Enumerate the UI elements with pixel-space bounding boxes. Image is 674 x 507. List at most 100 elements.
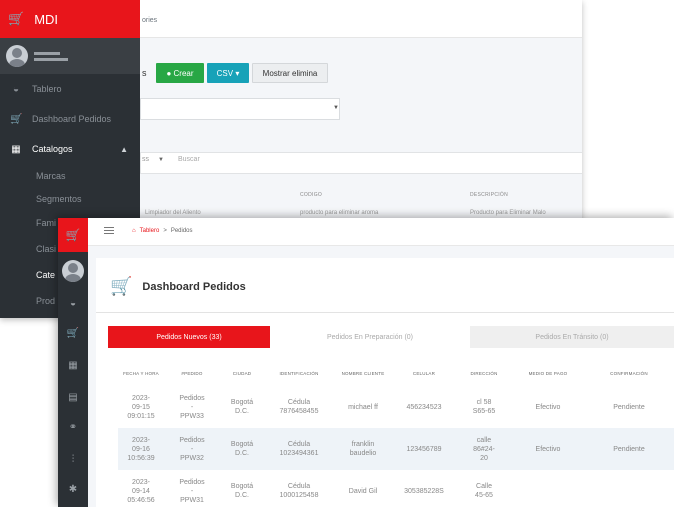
column-header-celular[interactable]: CELULAR [392, 360, 456, 386]
tab-pedidos-en-preparacion[interactable]: Pedidos En Preparación (0) [270, 326, 470, 348]
tools-icon[interactable]: ✱ [58, 484, 88, 495]
page-title: Dashboard Pedidos [142, 280, 246, 293]
cart-icon[interactable]: 🛒 [58, 328, 88, 339]
cell-pedido: Pedidos - PPW31 [179, 478, 205, 504]
cell-fecha: 2023- 09-16 10:56:39 [118, 428, 164, 470]
cell-medio-pago: Efectivo [512, 428, 584, 470]
breadcrumb-home[interactable]: Tablero [140, 228, 160, 234]
column-header-fecha[interactable]: FECHA Y HORA [118, 360, 164, 386]
cell-direccion: Calle 45-65 [475, 483, 493, 499]
home-icon: ⌂ [132, 228, 136, 234]
cell-nombre: David Gil [348, 487, 378, 495]
cell-ciudad: Bogotá D.C. [230, 399, 254, 415]
collapsed-sidebar: 🛒 ◒ 🛒 ▦ ▤ ⚭ ⫶ ✱ [58, 218, 88, 507]
cell-identificacion: Cédula 7876458455 [279, 399, 319, 415]
column-header-ciudad[interactable]: CIUDAD [220, 360, 264, 386]
cell-fecha: 2023- 09-15 09:01:15 [127, 394, 155, 420]
user-panel[interactable] [0, 38, 140, 74]
cell-confirmacion[interactable]: Pendiente [584, 386, 674, 428]
cart-icon: 🛒 [10, 113, 23, 125]
cell-ciudad: Bogotá D.C. [230, 483, 254, 499]
avatar [6, 45, 28, 67]
cell-nombre: michael ff [348, 403, 378, 411]
cell-ciudad: Bogotá D.C. [220, 428, 264, 470]
create-button[interactable]: ● Crear [156, 63, 204, 83]
table-header-row: FECHA Y HORA #PEDIDO CIUDAD IDENTIFICACI… [118, 360, 674, 386]
sidebar-item-dashboard-pedidos[interactable]: 🛒 Dashboard Pedidos [0, 104, 140, 134]
search-input[interactable]: Buscar [178, 156, 200, 163]
divider [96, 312, 674, 313]
dashboard-icon: ◒ [12, 83, 20, 95]
sidebar-item-tablero[interactable]: ◒ Tablero [0, 74, 140, 104]
table-row[interactable]: 2023- 09-14 05:46:56 Pedidos - PPW31 Bogotá D… [118, 470, 674, 507]
cell-identificacion: Cédula 1000125458 [279, 483, 319, 499]
document-icon[interactable]: ▤ [58, 392, 88, 403]
cell-pedido: Pedidos - PPW32 [164, 428, 220, 470]
sidebar-subitem-familias[interactable]: Fami [36, 218, 56, 228]
table-cell: Producto para Eliminar Malo [470, 210, 546, 216]
cell-celular: 456234523 [406, 403, 442, 411]
column-header[interactable]: DESCRIPCIÓN [470, 192, 508, 198]
back-breadcrumb[interactable]: ories [142, 17, 157, 24]
cart-logo-icon: 🛒 [8, 11, 25, 26]
tab-pedidos-en-transito[interactable]: Pedidos En Tránsito (0) [470, 326, 674, 348]
breadcrumb-separator: > [163, 228, 167, 234]
sidebar-subitem-segmentos[interactable]: Segmentos [36, 194, 82, 204]
cell-medio-pago [512, 470, 584, 507]
link-icon[interactable]: ⚭ [58, 422, 88, 433]
tab-pedidos-nuevos[interactable]: Pedidos Nuevos (33) [108, 326, 270, 348]
column-header-medio-pago[interactable]: MEDIO DE PAGO [512, 360, 584, 386]
page-length-select[interactable]: ss [142, 156, 149, 163]
cell-fecha: 2023- 09-14 05:46:56 [127, 478, 155, 504]
column-header[interactable]: CODIGO [300, 192, 322, 198]
sidebar-subitem-marcas[interactable]: Marcas [36, 171, 66, 181]
cell-celular: 305385228S [404, 487, 444, 495]
cell-pedido: Pedidos - PPW33 [179, 394, 205, 420]
sidebar-subitem-clasificaciones[interactable]: Clasi [36, 244, 56, 254]
sidebar-item-label: Catalogos [32, 144, 73, 154]
chevron-up-icon: ▲ [120, 144, 128, 154]
dashboard-icon[interactable]: ◒ [58, 298, 88, 309]
column-header-confirmacion[interactable]: CONFIRMACIÓN [584, 360, 674, 386]
cell-nombre: franklin baudelio [334, 428, 392, 470]
cell-direccion: cl 58 S65-65 [472, 399, 496, 415]
breadcrumb: ⌂ Tablero > Pedidos [132, 228, 193, 234]
order-status-tabs: Pedidos Nuevos (33) Pedidos En Preparaci… [108, 326, 674, 348]
filter-select[interactable] [140, 98, 340, 120]
brand-bar[interactable]: 🛒 MDI [0, 0, 140, 38]
chevron-down-icon: ▼ [333, 105, 339, 111]
cell-identificacion: Cédula 1023494361 [264, 428, 334, 470]
column-header-identificacion[interactable]: IDENTIFICACIÓN [264, 360, 334, 386]
column-header-nombre[interactable]: NOMBRE CLIENTE [334, 360, 392, 386]
avatar[interactable] [62, 260, 84, 282]
table-row[interactable]: 2023- 09-15 09:01:15 Pedidos - PPW33 Bogotá D… [118, 386, 674, 428]
sliders-icon[interactable]: ⫶ [58, 454, 88, 465]
cell-confirmacion[interactable] [584, 470, 674, 507]
user-info [34, 51, 68, 61]
sidebar-subitem-categorias[interactable]: Cate [36, 270, 55, 280]
catalog-icon: ▦ [11, 143, 21, 155]
cart-icon: 🛒 [110, 276, 133, 296]
cell-confirmacion[interactable]: Pendiente [584, 428, 674, 470]
table-cell: Limpiador del Aliento [145, 210, 201, 216]
catalog-icon[interactable]: ▦ [58, 360, 88, 371]
sidebar-subitem-productos[interactable]: Prod [36, 296, 55, 306]
table-row[interactable]: 2023- 09-16 10:56:39 Pedidos - PPW32 Bogotá D… [118, 428, 674, 470]
back-topbar [140, 0, 582, 38]
cell-direccion: calle 86#24- 20 [456, 428, 512, 470]
chevron-down-icon: ▼ [158, 157, 164, 163]
cell-celular: 123456789 [392, 428, 456, 470]
column-header-pedido[interactable]: #PEDIDO [164, 360, 220, 386]
column-header-direccion[interactable]: DIRECCIÓN [456, 360, 512, 386]
table-cell: producto para eliminar aroma [300, 210, 379, 216]
orders-table: FECHA Y HORA #PEDIDO CIUDAD IDENTIFICACI… [118, 360, 674, 507]
csv-export-button[interactable]: CSV ▾ [207, 63, 249, 83]
brand-name: MDI [34, 11, 59, 27]
page-header: 🛒 Dashboard Pedidos [110, 276, 246, 297]
breadcrumb-current: Pedidos [170, 228, 193, 234]
sidebar-item-catalogos[interactable]: ▦ Catalogos ▲ [0, 134, 140, 164]
cart-logo-icon[interactable]: 🛒 [58, 218, 88, 252]
pedidos-window: 🛒 ◒ 🛒 ▦ ▤ ⚭ ⫶ ✱ ⌂ Tablero > Pedidos 🛒 Da… [58, 218, 674, 507]
show-deleted-button[interactable]: Mostrar elimina [252, 63, 328, 83]
menu-icon[interactable] [104, 227, 114, 236]
